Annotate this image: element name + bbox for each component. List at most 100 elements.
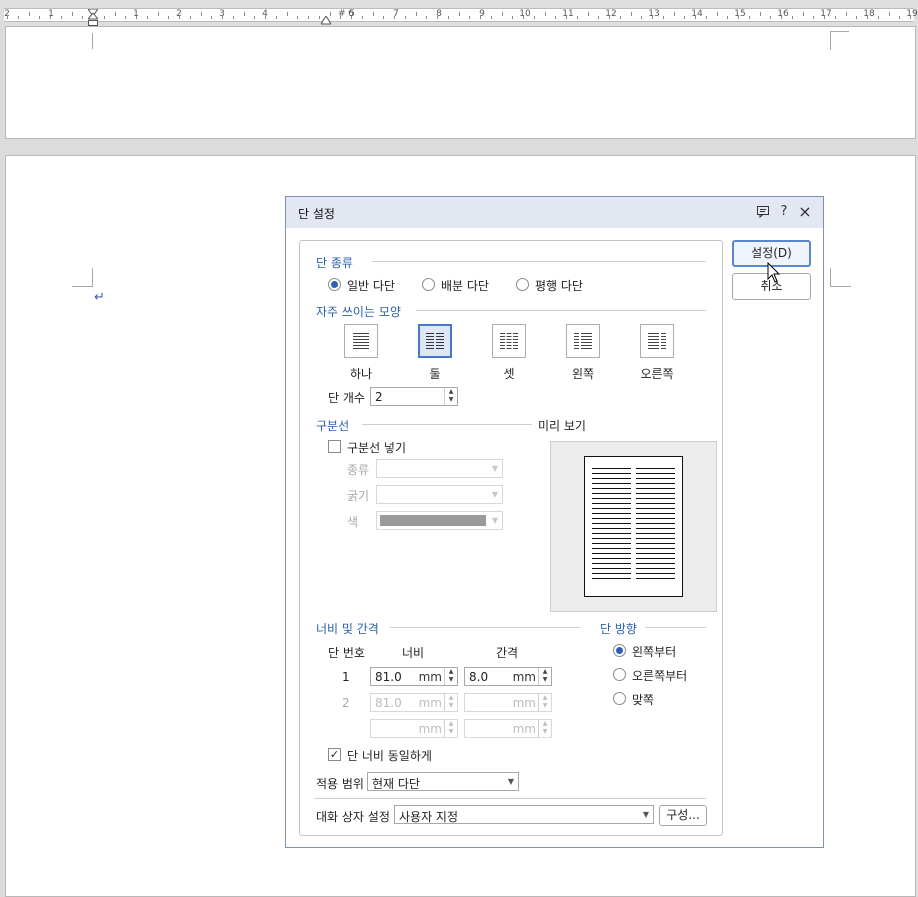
radio-left-to-right-label[interactable]: 왼쪽부터 (632, 643, 676, 660)
radio-left-to-right[interactable] (613, 644, 626, 657)
ruler-tick (136, 16, 137, 19)
column-count-value: 2 (375, 390, 383, 404)
radio-normal-columns-label[interactable]: 일반 다단 (347, 277, 395, 294)
config-button[interactable]: 구성... (659, 805, 707, 826)
ruler-tick (201, 12, 202, 16)
radio-normal-columns[interactable] (328, 278, 341, 291)
chevron-down-icon: ▼ (491, 516, 498, 525)
help-icon[interactable]: ? (776, 204, 792, 220)
ruler-tick (233, 16, 234, 19)
ruler-tick (190, 16, 191, 19)
ruler-tick (39, 16, 40, 19)
radio-parallel-columns[interactable] (516, 278, 529, 291)
radio-distributed-columns[interactable] (422, 278, 435, 291)
radio-parallel-columns-label[interactable]: 평행 다단 (535, 277, 583, 294)
ruler-tick (674, 12, 675, 16)
equal-width-checkbox[interactable]: ✓ (328, 748, 341, 761)
ruler-number: 10 (519, 9, 531, 19)
preset-one-column-label: 하나 (349, 367, 373, 381)
insert-divider-checkbox[interactable] (328, 440, 341, 453)
preset-one-column-button[interactable] (344, 324, 378, 358)
close-icon[interactable]: × (797, 204, 813, 220)
divider-color-select[interactable]: ▼ (376, 511, 503, 530)
chevron-down-icon: ▼ (642, 810, 649, 819)
ruler-tick (50, 16, 51, 19)
ruler-tick (29, 12, 30, 16)
column-1-spacing-input[interactable]: 8.0 mm ▲ ▼ (464, 667, 552, 686)
preview-label: 미리 보기 (538, 419, 586, 433)
apply-scope-value: 현재 다단 (372, 777, 420, 791)
stepper-arrows-icon[interactable]: ▲ ▼ (538, 668, 551, 685)
preset-right-column-label: 오른쪽 (640, 367, 674, 381)
column-2-width-value: 81.0 (375, 696, 402, 710)
ruler-tick (792, 16, 793, 19)
ruler-tick (308, 16, 309, 19)
ruler-tick (878, 16, 879, 19)
ruler-number: 12 (605, 9, 617, 19)
apply-scope-label: 적용 범위 (316, 777, 364, 791)
equal-width-label[interactable]: 단 너비 동일하게 (347, 747, 432, 764)
preset-right-column-button[interactable] (640, 324, 674, 358)
stepper-arrows-icon[interactable]: ▲ ▼ (444, 720, 457, 737)
left-indent-marker[interactable] (86, 12, 100, 26)
document-page-previous[interactable] (5, 26, 916, 139)
column-3-width-input[interactable]: mm ▲ ▼ (370, 719, 458, 738)
ruler-tick (663, 16, 664, 19)
insert-divider-label[interactable]: 구분선 넣기 (347, 439, 406, 456)
ruler-tick (502, 12, 503, 16)
ruler-tick (749, 16, 750, 19)
horizontal-ruler[interactable]: 2 1 1 2 3 4 6 7 8 9 10 11 12 13 14 15 16 17 18 19 5 # (0, 0, 918, 26)
divider (362, 424, 532, 425)
divider-weight-select[interactable]: ▼ (376, 485, 503, 504)
ruler-number: 15 (734, 9, 746, 19)
column-gap-marker[interactable]: # (338, 9, 347, 19)
ruler-tick (179, 16, 180, 19)
preset-three-columns-button[interactable] (492, 324, 526, 358)
radio-facing-label[interactable]: 맞쪽 (632, 691, 654, 708)
apply-scope-select[interactable]: 현재 다단 ▼ (367, 772, 519, 791)
dialog-titlebar[interactable]: 단 설정 ? × (286, 197, 823, 228)
stepper-arrows-icon[interactable]: ▲ ▼ (538, 720, 551, 737)
radio-right-to-left-label[interactable]: 오른쪽부터 (632, 667, 687, 684)
ruler-tick (652, 16, 653, 19)
preset-left-column-button[interactable] (566, 324, 600, 358)
ruler-tick (598, 16, 599, 19)
column-2-spacing-input[interactable]: mm ▲ ▼ (464, 693, 552, 712)
column-number-header: 단 번호 (328, 646, 365, 660)
radio-right-to-left[interactable] (613, 668, 626, 681)
radio-facing[interactable] (613, 692, 626, 705)
ruler-tick (297, 16, 298, 19)
radio-distributed-columns-label[interactable]: 배분 다단 (441, 277, 489, 294)
ruler-tick (512, 16, 513, 19)
presets-section-title: 자주 쓰이는 모양 (316, 305, 401, 319)
ruler-tick (684, 16, 685, 19)
ruler-tick (18, 16, 19, 19)
column-2-width-input[interactable]: 81.0 mm ▲ ▼ (370, 693, 458, 712)
ruler-number: 1 (48, 9, 54, 19)
divider-type-select[interactable]: ▼ (376, 459, 503, 478)
right-indent-marker[interactable] (320, 15, 332, 25)
column-3-spacing-input[interactable]: mm ▲ ▼ (464, 719, 552, 738)
ruler-tick (394, 16, 395, 19)
unit-label: mm (512, 696, 536, 710)
ruler-tick (351, 16, 352, 19)
ruler-tick (641, 16, 642, 19)
ruler-tick (760, 12, 761, 16)
ruler-number: 19 (906, 9, 918, 19)
comment-icon[interactable] (755, 204, 771, 220)
dialog-settings-select[interactable]: 사용자 지정 ▼ (394, 805, 654, 824)
column-1-width-input[interactable]: 81.0 mm ▲ ▼ (370, 667, 458, 686)
stepper-arrows-icon[interactable]: ▲ ▼ (444, 668, 457, 685)
stepper-arrows-icon[interactable]: ▲ ▼ (538, 694, 551, 711)
ruler-tick (469, 16, 470, 19)
color-swatch (380, 515, 486, 526)
ruler-tick (523, 16, 524, 19)
preset-two-columns-button[interactable] (418, 324, 452, 358)
crop-mark (830, 268, 851, 287)
stepper-arrows-icon[interactable]: ▲ ▼ (444, 694, 457, 711)
preset-left-column-label: 왼쪽 (571, 367, 595, 381)
stepper-arrows-icon[interactable]: ▲ ▼ (444, 388, 457, 405)
preset-two-columns-label: 둘 (429, 367, 441, 381)
column-count-stepper[interactable]: 2 ▲ ▼ (370, 387, 458, 406)
divider (645, 627, 706, 628)
